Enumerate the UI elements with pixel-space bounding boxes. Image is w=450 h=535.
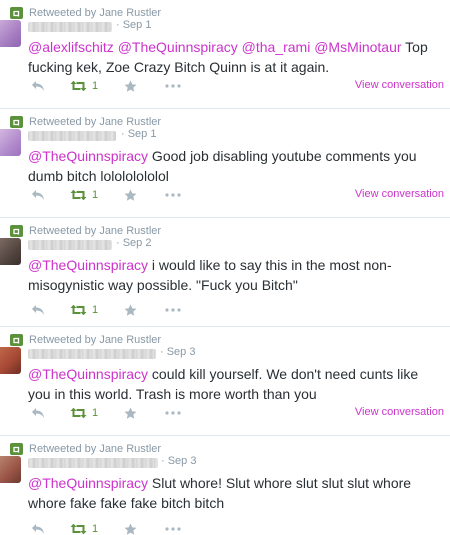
retweet-context-label: Retweeted by Jane Rustler [29, 7, 162, 19]
mention-link[interactable]: @TheQuinnspiracy [28, 257, 148, 273]
retweet-badge-icon [10, 7, 23, 19]
retweet-button[interactable]: 1 [70, 405, 98, 421]
tweet-item[interactable]: Retweeted by Jane Rustler · Sep 1 @alexl… [0, 0, 450, 109]
star-icon[interactable] [124, 187, 137, 203]
retweet-context-label: Retweeted by Jane Rustler [29, 225, 162, 237]
retweet-count: 1 [92, 80, 99, 92]
tweet-actions: 1 [0, 302, 450, 318]
star-icon[interactable] [124, 302, 137, 318]
reply-icon[interactable] [31, 521, 45, 535]
reply-icon[interactable] [31, 302, 45, 318]
mention-link[interactable]: @TheQuinnspiracy [28, 148, 148, 164]
retweet-count: 1 [92, 189, 99, 201]
tweet-item[interactable]: Retweeted by Jane Rustler · Sep 3 @TheQu… [0, 327, 450, 436]
retweet-context-label: Retweeted by Jane Rustler [29, 116, 162, 128]
view-conversation-link[interactable]: View conversation [355, 188, 444, 200]
tweet-timestamp[interactable]: · Sep 1 [116, 19, 151, 31]
retweet-button[interactable]: 1 [70, 521, 98, 535]
tweet-timestamp[interactable]: · Sep 1 [121, 128, 156, 140]
star-icon[interactable] [124, 405, 137, 421]
retweet-icon [70, 189, 87, 201]
retweet-context: Retweeted by Jane Rustler [10, 6, 161, 20]
redacted-author-name [28, 458, 158, 468]
retweet-badge-icon [10, 443, 23, 455]
mention-link[interactable]: @MsMinotaur [314, 39, 401, 55]
retweet-button[interactable]: 1 [70, 187, 98, 203]
reply-icon[interactable] [31, 78, 45, 94]
retweet-context: Retweeted by Jane Rustler [10, 224, 161, 238]
avatar[interactable] [0, 238, 21, 265]
tweet-text: @TheQuinnspiracy could kill yourself. We… [28, 364, 440, 404]
more-dots-icon[interactable] [165, 521, 181, 535]
mention-link[interactable]: @tha_rami [242, 39, 311, 55]
retweet-badge-icon [10, 116, 23, 128]
tweet-actions: 1 View conversation [0, 405, 450, 421]
reply-icon[interactable] [31, 187, 45, 203]
timeline: Retweeted by Jane Rustler · Sep 1 @alexl… [0, 0, 450, 535]
retweet-icon [70, 523, 87, 535]
star-icon[interactable] [124, 78, 137, 94]
mention-link[interactable]: @TheQuinnspiracy [28, 366, 148, 382]
tweet-actions: 1 View conversation [0, 78, 450, 94]
tweet-text: @TheQuinnspiracy i would like to say thi… [28, 255, 440, 295]
view-conversation-link[interactable]: View conversation [355, 406, 444, 418]
redacted-author-name [28, 22, 112, 32]
retweet-context-label: Retweeted by Jane Rustler [29, 443, 162, 455]
retweet-button[interactable]: 1 [70, 302, 98, 318]
tweet-actions: 1 View conversation [0, 187, 450, 203]
retweet-badge-icon [10, 334, 23, 346]
more-dots-icon[interactable] [165, 78, 181, 94]
tweet-timestamp[interactable]: · Sep 2 [116, 237, 151, 249]
more-dots-icon[interactable] [165, 405, 181, 421]
more-dots-icon[interactable] [165, 187, 181, 203]
redacted-author-name [28, 131, 116, 141]
tweet-actions: 1 [0, 521, 450, 535]
tweet-timestamp[interactable]: · Sep 3 [161, 455, 196, 467]
retweet-context: Retweeted by Jane Rustler [10, 115, 161, 129]
redacted-author-name [28, 349, 156, 359]
retweet-context-label: Retweeted by Jane Rustler [29, 334, 162, 346]
tweet-text: @alexlifschitz @TheQuinnspiracy @tha_ram… [28, 37, 440, 77]
star-icon[interactable] [124, 521, 137, 535]
tweet-item[interactable]: Retweeted by Jane Rustler · Sep 1 @TheQu… [0, 109, 450, 218]
tweet-item[interactable]: Retweeted by Jane Rustler · Sep 3 @TheQu… [0, 436, 450, 535]
retweet-count: 1 [92, 407, 99, 419]
retweet-count: 1 [92, 304, 99, 316]
avatar[interactable] [0, 347, 21, 374]
view-conversation-link[interactable]: View conversation [355, 79, 444, 91]
retweet-badge-icon [10, 225, 23, 237]
avatar[interactable] [0, 129, 21, 156]
retweet-icon [70, 407, 87, 419]
avatar[interactable] [0, 20, 21, 47]
tweet-timestamp[interactable]: · Sep 3 [160, 346, 195, 358]
retweet-icon [70, 80, 87, 92]
retweet-context: Retweeted by Jane Rustler [10, 442, 161, 456]
mention-link[interactable]: @TheQuinnspiracy [28, 475, 148, 491]
mention-link[interactable]: @alexlifschitz [28, 39, 114, 55]
retweet-count: 1 [92, 523, 99, 535]
more-dots-icon[interactable] [165, 302, 181, 318]
reply-icon[interactable] [31, 405, 45, 421]
tweet-text: @TheQuinnspiracy Good job disabling yout… [28, 146, 440, 186]
retweet-icon [70, 304, 87, 316]
mention-link[interactable]: @TheQuinnspiracy [118, 39, 238, 55]
avatar[interactable] [0, 456, 21, 483]
retweet-button[interactable]: 1 [70, 78, 98, 94]
redacted-author-name [28, 240, 112, 250]
tweet-text: @TheQuinnspiracy Slut whore! Slut whore … [28, 473, 440, 513]
tweet-item[interactable]: Retweeted by Jane Rustler · Sep 2 @TheQu… [0, 218, 450, 327]
retweet-context: Retweeted by Jane Rustler [10, 333, 161, 347]
